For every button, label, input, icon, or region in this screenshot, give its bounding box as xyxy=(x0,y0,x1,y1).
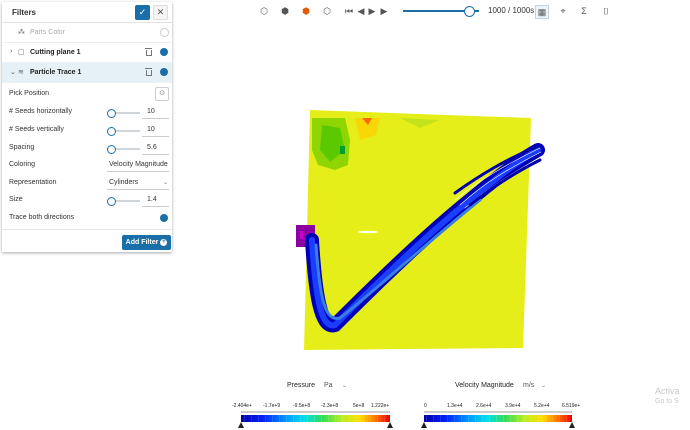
pressure-colorbar xyxy=(238,411,393,428)
os-activation-watermark: Activa xyxy=(655,386,680,396)
os-activation-watermark-sub: Go to S xyxy=(655,398,679,405)
velocity-colorbar xyxy=(421,411,575,428)
legend-colorbars xyxy=(238,411,575,428)
